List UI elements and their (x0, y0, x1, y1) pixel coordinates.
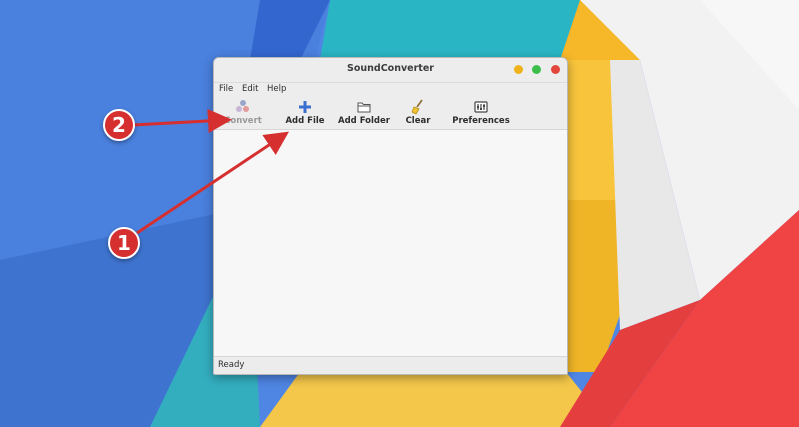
folder-icon (357, 102, 371, 113)
convert-icon (236, 100, 249, 112)
preferences-button[interactable]: Preferences (452, 97, 510, 129)
status-bar: Ready (214, 356, 567, 374)
menu-help[interactable]: Help (267, 84, 286, 94)
maximize-button[interactable] (532, 65, 541, 74)
menu-file[interactable]: File (219, 84, 233, 94)
add-folder-label: Add Folder (338, 116, 390, 126)
minimize-button[interactable] (514, 65, 523, 74)
menu-bar: File Edit Help (214, 83, 567, 97)
menu-edit[interactable]: Edit (242, 84, 258, 94)
preferences-label: Preferences (452, 116, 510, 126)
add-folder-button[interactable]: Add Folder (338, 97, 390, 129)
add-file-label: Add File (285, 116, 325, 126)
preferences-icon (474, 101, 488, 113)
title-bar[interactable]: SoundConverter (214, 58, 567, 83)
close-button[interactable] (551, 65, 560, 74)
status-text: Ready (218, 360, 245, 370)
plus-icon (299, 101, 311, 113)
convert-label: Convert (224, 116, 262, 126)
convert-button[interactable]: Convert (220, 97, 266, 129)
annotation-marker-2: 2 (103, 109, 135, 141)
file-list-area[interactable] (214, 130, 567, 356)
soundconverter-window: SoundConverter File Edit Help Convert Ad… (213, 57, 568, 375)
annotation-marker-1: 1 (108, 227, 140, 259)
broom-icon (411, 99, 423, 115)
clear-label: Clear (405, 116, 431, 126)
toolbar: Convert Add File Add Folder Clear Prefer… (214, 97, 567, 130)
clear-button[interactable]: Clear (400, 97, 436, 129)
add-file-button[interactable]: Add File (282, 97, 328, 129)
